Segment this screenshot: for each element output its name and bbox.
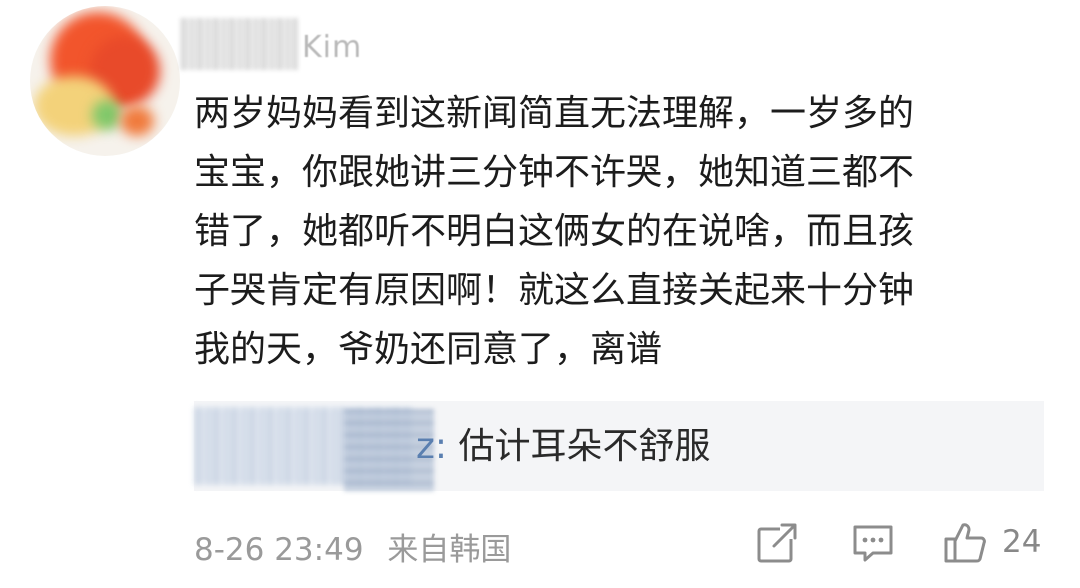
reply-line: z: 估计耳朵不舒服	[416, 425, 711, 469]
like-icon	[944, 523, 986, 563]
censor-smudge	[180, 18, 298, 70]
reply-author[interactable]: z:	[416, 426, 447, 467]
repost-button[interactable]	[754, 520, 800, 566]
comment-line: 我的天，爷奶还同意了，离谱	[194, 329, 663, 370]
comment-footer: 8-26 23:49 来自韩国 24	[194, 516, 1054, 572]
like-count: 24	[1002, 524, 1042, 560]
reply-preview[interactable]: z: 估计耳朵不舒服	[194, 401, 1044, 491]
author-name-visible: Kim	[302, 30, 363, 65]
like-button[interactable]	[942, 520, 988, 566]
comment-author[interactable]: Kim	[180, 8, 410, 82]
avatar[interactable]	[30, 6, 180, 156]
comment-meta: 8-26 23:49 来自韩国	[194, 524, 511, 569]
comment-card: Kim 两岁妈妈看到这新闻简直无法理解，一岁多的 宝宝，你跟她讲三分钟不许哭，她…	[0, 0, 1080, 588]
source-location: 来自韩国	[387, 532, 512, 568]
comment-icon	[853, 525, 893, 562]
comment-line: 错了，她都听不明白这俩女的在说啥，而且孩	[194, 211, 915, 252]
comment-line: 两岁妈妈看到这新闻简直无法理解，一岁多的	[194, 93, 915, 134]
timestamp: 8-26 23:49	[194, 532, 364, 568]
reply-content: 估计耳朵不舒服	[458, 426, 711, 467]
comment-line: 子哭肯定有原因啊！就这么直接关起来十分钟	[194, 270, 915, 311]
comment-text: 两岁妈妈看到这新闻简直无法理解，一岁多的 宝宝，你跟她讲三分钟不许哭，她知道三都…	[194, 84, 1054, 379]
repost-icon	[757, 523, 798, 563]
comment-button[interactable]	[850, 520, 896, 566]
comment-line: 宝宝，你跟她讲三分钟不许哭，她知道三都不	[194, 152, 915, 193]
